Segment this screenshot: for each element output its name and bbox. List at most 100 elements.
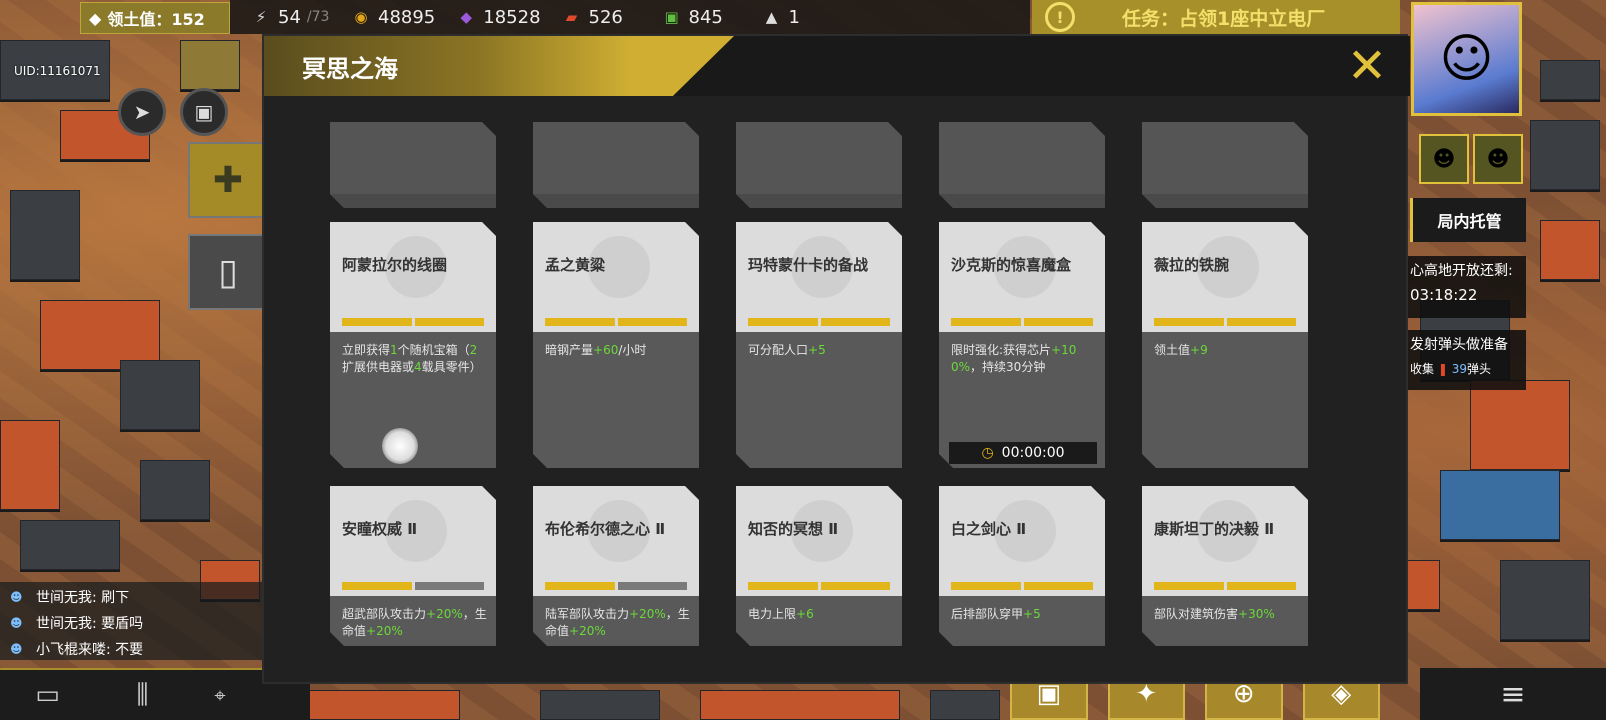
map-building[interactable] (1540, 60, 1600, 100)
card-level-bar (748, 318, 890, 326)
voice-button[interactable]: ⫼ (95, 680, 190, 711)
empty-card-slot[interactable] (736, 122, 902, 208)
territory-value[interactable]: ◆ 领土值：152 (80, 2, 230, 34)
top-resource-bar: ◆ 领土值：152 ⚡ 54/73 ◉ 48895 ◆ 18528 ▰ 526 ▣ 845 ▲ 1 任… (0, 0, 1606, 36)
card-header: 阿蒙拉尔的线圈 (330, 222, 496, 332)
map-building[interactable] (1500, 560, 1590, 640)
close-button[interactable]: ✕ (1338, 38, 1396, 94)
clock-icon: ◷ (981, 445, 994, 461)
resource-gold-coin[interactable]: ◉ 48895 (350, 6, 435, 28)
map-building[interactable] (140, 460, 210, 520)
chat-message[interactable]: ☻ 世间无我: 要盾吗 (10, 610, 260, 636)
map-building[interactable] (120, 360, 200, 430)
hero-slot-2[interactable]: ☻ (1473, 134, 1523, 184)
buff-card[interactable]: 玛特蒙什卡的备战可分配人口+5 (736, 222, 902, 468)
level-segment (545, 582, 615, 590)
card-description: 后排部队穿甲+5 (951, 606, 1097, 623)
card-description: 部队对建筑伤害+30% (1154, 606, 1300, 623)
card-grid[interactable]: 阿蒙拉尔的线圈 立即获得1个随机宝箱（2扩展供电器或4载具零件） 孟之黄粱 暗钢产量+… (330, 122, 1330, 674)
chat-text: 世间无我: 刷下 (36, 590, 130, 606)
card-description: 超武部队攻击力+20%，生命值+20% (342, 606, 488, 640)
card-header: 知否的冥想 Ⅱ (736, 486, 902, 596)
main-menu-button[interactable]: ≡ (1420, 668, 1606, 720)
card-description: 可分配人口+5 (748, 342, 894, 359)
map-building[interactable] (1540, 220, 1600, 280)
level-segment (748, 582, 818, 590)
empty-card-slot[interactable] (1142, 122, 1308, 208)
resource-purple-crystal[interactable]: ◆ 18528 (455, 6, 540, 28)
buff-card[interactable]: 白之剑心 Ⅱ 后排部队穿甲+5 (939, 486, 1105, 646)
chat-button[interactable]: ▭ (0, 680, 95, 710)
resource-value: 54 (278, 6, 301, 28)
player-avatar[interactable]: ☺ (1411, 2, 1522, 116)
level-segment (748, 318, 818, 326)
sea-of-meditation-dialog: 冥思之海 ✕ 阿蒙拉尔的线圈 立即获得1个随机宝箱（2 扩展供电器或4载具零件） 孟之… (262, 34, 1410, 684)
puzzle-icon: ✚ (212, 159, 244, 201)
card-deck-tab[interactable]: ▯ (188, 234, 268, 310)
description-text: 领土值 (1154, 343, 1191, 357)
hero-slot-1[interactable]: ☻ (1419, 134, 1469, 184)
empty-card-slot[interactable] (330, 122, 496, 208)
buff-card[interactable]: 沙克斯的惊喜魔盒 限时强化:获得芯片+100%，持续30分钟 ◷ 00:00:00 (939, 222, 1105, 468)
description-text: 限时强化:获得芯片 (951, 343, 1052, 357)
description-text: 扩展供电器或 (342, 360, 415, 374)
chat-text: 小飞棍来喽: 不要 (36, 642, 144, 658)
card-header: 白之剑心 Ⅱ (939, 486, 1105, 596)
puzzle-tab[interactable]: ✚ (188, 142, 268, 218)
resource-energy[interactable]: ⚡ 54/73 (250, 6, 330, 28)
empty-card-slot[interactable] (533, 122, 699, 208)
level-segment (1227, 582, 1297, 590)
map-building[interactable] (1470, 380, 1570, 470)
card-description: 暗钢产量+60/小时 (545, 342, 691, 359)
level-segment (415, 582, 485, 590)
level-segment (951, 582, 1021, 590)
resource-missile[interactable]: ▲ 1 (761, 6, 841, 28)
buff-card[interactable]: 知否的冥想 Ⅱ 电力上限+6 (736, 486, 902, 646)
chip-icon: ▣ (664, 8, 679, 26)
level-segment (1024, 582, 1094, 590)
description-text: 电力上限 (748, 607, 797, 621)
warhead-quest-panel[interactable]: 发射弹头做准备 收集 ❚ 39弹头 (1404, 330, 1526, 390)
buff-card[interactable]: 孟之黄粱暗钢产量+60/小时 (533, 222, 699, 468)
alert-icon[interactable]: ! (1045, 2, 1075, 32)
locate-icon: ⌖ (214, 683, 226, 707)
sound-wave-icon: ⫼ (136, 679, 149, 710)
resource-chip[interactable]: ▣ 845 (661, 6, 741, 28)
buff-card[interactable]: 阿蒙拉尔的线圈 立即获得1个随机宝箱（2 扩展供电器或4载具零件） (330, 222, 496, 468)
event-timer-panel[interactable]: 心高地开放还剩: 03:18:22 (1404, 256, 1526, 318)
buff-card[interactable]: 布伦希尔德之心 Ⅱ 陆军部队攻击力+20%，生命值+20% (533, 486, 699, 646)
locate-button[interactable]: ⌖ (190, 683, 250, 707)
resource-fuel-can[interactable]: ▰ 526 (561, 6, 641, 28)
buff-card[interactable]: 康斯坦丁的决毅 Ⅱ 部队对建筑伤害+30% (1142, 486, 1308, 646)
bonus-value: +30% (1238, 607, 1275, 621)
level-segment (342, 318, 412, 326)
bonus-value: +20% (426, 607, 463, 621)
chat-panel[interactable]: ☻ 世间无我: 刷下 ☻ 世间无我: 要盾吗 ☻ 小飞棍来喽: 不要 (0, 582, 270, 660)
buff-card[interactable]: 薇拉的铁腕 领土值+9 (1142, 222, 1308, 468)
card-name: 玛特蒙什卡的备战 (748, 256, 869, 274)
chat-message[interactable]: ☻ 小飞棍来喽: 不要 (10, 636, 260, 662)
compass-button[interactable]: ➤ (118, 88, 166, 136)
card-level-bar (545, 582, 687, 590)
bonus-value: +6 (796, 607, 814, 621)
description-text: 超武部队攻击力 (342, 607, 427, 621)
level-segment (1154, 318, 1224, 326)
empty-card-slot[interactable] (939, 122, 1105, 208)
card-description: 陆军部队攻击力+20%，生命值+20% (545, 606, 691, 640)
chat-message[interactable]: ☻ 世间无我: 刷下 (10, 584, 260, 610)
task-banner[interactable]: 任务：占领1座中立电厂 (1032, 0, 1400, 34)
map-building[interactable] (20, 520, 120, 570)
chat-avatar-icon: ☻ (10, 642, 23, 656)
warhead-icon: ❚ (1437, 362, 1448, 376)
buff-card[interactable]: 安瞳权威 Ⅱ 超武部队攻击力+20%，生命值+20% (330, 486, 496, 646)
cards-button[interactable]: ▣ (180, 88, 228, 136)
map-building[interactable] (0, 420, 60, 510)
map-building[interactable] (180, 40, 240, 90)
map-building[interactable] (1440, 470, 1560, 540)
auto-manage-button[interactable]: 局内托管 (1410, 198, 1526, 242)
description-text: 载具零件） (421, 360, 482, 374)
card-name: 孟之黄粱 (545, 256, 606, 274)
map-building[interactable] (10, 190, 80, 280)
card-name: 沙克斯的惊喜魔盒 (951, 256, 1072, 274)
map-building[interactable] (1530, 120, 1600, 190)
